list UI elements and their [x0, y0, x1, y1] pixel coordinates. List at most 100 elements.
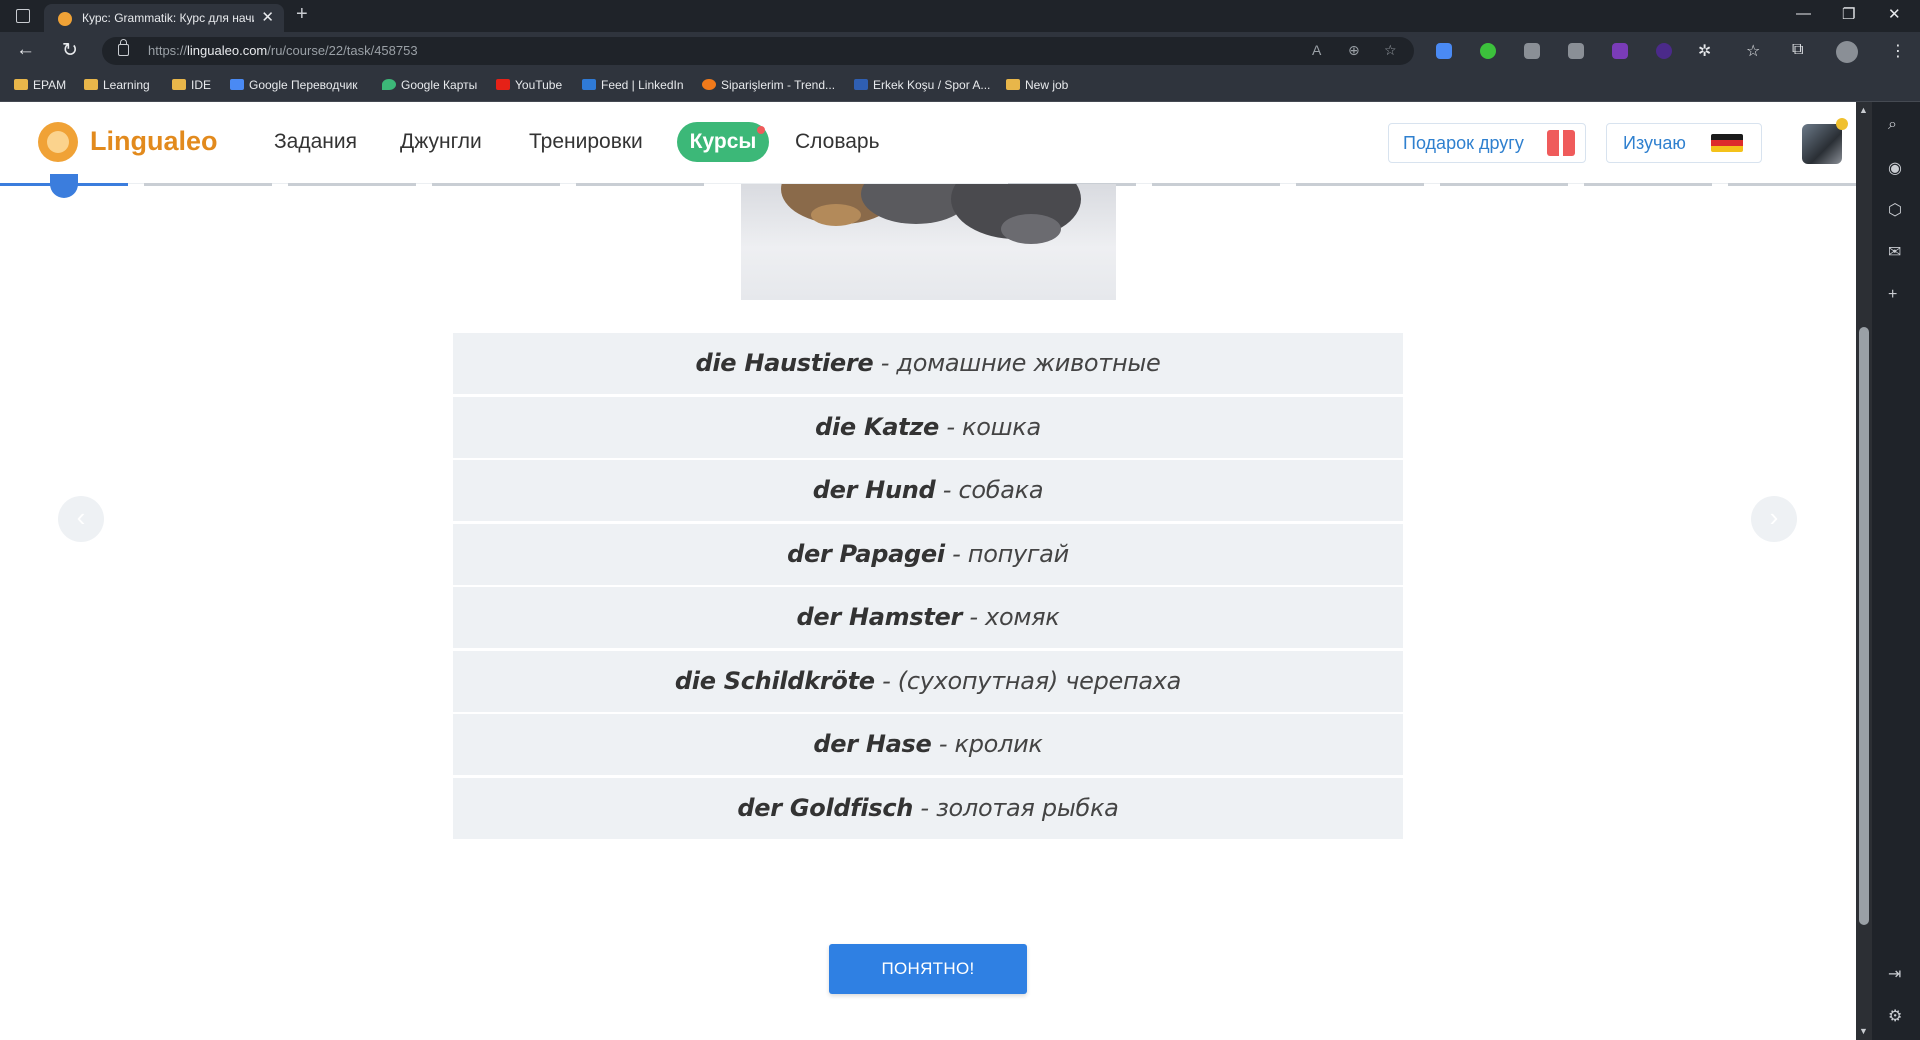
more-menu-icon[interactable]: ⋮	[1890, 41, 1906, 61]
zoom-icon[interactable]: ⊕	[1348, 42, 1360, 59]
vocab-row: der Hamster - хомяк	[453, 587, 1403, 648]
previous-slide-button[interactable]: ‹	[58, 496, 104, 542]
reload-icon[interactable]: ↻	[62, 39, 78, 62]
add-sidebar-app-icon[interactable]: +	[1888, 286, 1897, 304]
nav-dictionary[interactable]: Словарь	[795, 130, 880, 154]
translate-extension-icon[interactable]	[1436, 43, 1452, 59]
extensions-puzzle-icon[interactable]: ✲	[1698, 41, 1711, 61]
progress-segment[interactable]	[1296, 183, 1424, 186]
progress-segment[interactable]	[1440, 183, 1568, 186]
separator: -	[938, 412, 963, 441]
bookmark-item[interactable]: Erkek Koşu / Spor A...	[854, 78, 990, 92]
german-word: der Hund	[812, 476, 936, 504]
separator: -	[874, 666, 898, 695]
site-header: Lingualeo Задания Джунгли Тренировки Кур…	[0, 102, 1856, 184]
folder-icon	[1006, 79, 1020, 90]
back-icon[interactable]: ←	[16, 39, 35, 61]
vocab-row: die Katze - кошка	[453, 396, 1403, 458]
german-word: die Schildkröte	[674, 666, 875, 695]
collections-icon[interactable]: ⧉	[1792, 41, 1803, 59]
learning-language-button[interactable]: Изучаю	[1606, 123, 1762, 163]
progress-segment[interactable]	[288, 183, 416, 186]
progress-segment[interactable]	[1152, 183, 1280, 186]
nav-trainings[interactable]: Тренировки	[529, 130, 643, 154]
scrollbar-thumb[interactable]	[1859, 327, 1869, 925]
folder-icon	[172, 79, 186, 90]
page-scrollbar[interactable]: ▲ ▼	[1856, 102, 1872, 1040]
bookmark-item[interactable]: New job	[1006, 78, 1068, 92]
tab-title: Курс: Grammatik: Курс для начи	[82, 11, 254, 25]
russian-translation: собака	[958, 476, 1044, 504]
progress-segment[interactable]	[576, 183, 704, 186]
bookmark-item[interactable]: Google Переводчик	[230, 78, 358, 92]
vocab-row: der Hund - собака	[453, 460, 1403, 521]
understood-button[interactable]: ПОНЯТНО!	[829, 944, 1027, 994]
bookmark-item[interactable]: YouTube	[496, 78, 562, 92]
window-close-icon[interactable]: ✕	[1888, 5, 1901, 23]
progress-segment[interactable]	[144, 183, 272, 186]
german-word: der Papagei	[787, 539, 945, 568]
chevron-right-icon: ›	[1769, 502, 1779, 532]
bookmark-item[interactable]: Learning	[84, 78, 150, 92]
address-bar[interactable]: https://lingualeo.com/ru/course/22/task/…	[102, 37, 1414, 65]
favorites-icon[interactable]: ☆	[1746, 41, 1760, 61]
folder-icon	[84, 79, 98, 90]
bing-chat-icon[interactable]: ◉	[1888, 158, 1902, 178]
bookmark-item[interactable]: Google Карты	[382, 78, 477, 92]
german-word: der Goldfisch	[737, 793, 914, 822]
scroll-up-icon[interactable]: ▲	[1859, 105, 1868, 115]
new-tab-icon[interactable]: +	[296, 3, 308, 26]
progress-segment[interactable]	[432, 183, 560, 186]
restore-icon[interactable]: ❐	[1842, 5, 1855, 23]
bookmark-item[interactable]: EPAM	[14, 78, 66, 92]
lion-logo-icon[interactable]	[38, 122, 78, 162]
extension-icon[interactable]	[1524, 43, 1540, 59]
tab-close-icon[interactable]: ✕	[261, 8, 274, 26]
sidebar-settings-icon[interactable]: ⚙	[1888, 1006, 1902, 1026]
russian-translation: (сухопутная) черепаха	[897, 666, 1182, 695]
gift-friend-button[interactable]: Подарок другу	[1388, 123, 1586, 163]
separator: -	[944, 539, 968, 568]
sidebar-search-icon[interactable]: ⌕	[1888, 116, 1897, 134]
progress-segment[interactable]	[1584, 183, 1712, 186]
bookmark-item[interactable]: Feed | LinkedIn	[582, 78, 684, 92]
gift-icon	[1547, 130, 1575, 156]
russian-translation: кролик	[954, 730, 1043, 758]
nav-tasks[interactable]: Задания	[274, 130, 357, 154]
pets-photo	[741, 184, 1116, 300]
nav-courses[interactable]: Курсы	[677, 122, 769, 162]
progress-segment[interactable]	[1728, 183, 1856, 186]
next-slide-button[interactable]: ›	[1751, 496, 1797, 542]
user-avatar[interactable]	[1802, 124, 1842, 164]
profile-avatar-icon[interactable]	[1836, 41, 1858, 63]
games-icon[interactable]: ⬡	[1888, 200, 1902, 220]
lock-icon[interactable]	[118, 39, 129, 56]
logo-text[interactable]: Lingualeo	[90, 126, 218, 157]
browser-tab-active[interactable]: Курс: Grammatik: Курс для начи ✕	[44, 4, 284, 32]
minimize-icon[interactable]: —	[1796, 5, 1811, 22]
green-extension-icon[interactable]	[1480, 43, 1496, 59]
learning-language-label: Изучаю	[1623, 133, 1686, 153]
russian-translation: хомяк	[985, 603, 1060, 631]
tab-actions-icon[interactable]	[16, 9, 30, 23]
vocab-row: die Schildkröte - (сухопутная) черепаха	[453, 650, 1403, 712]
outlook-icon[interactable]: ✉	[1888, 242, 1901, 262]
extension-icon[interactable]	[1656, 43, 1672, 59]
vocab-row: der Goldfisch - золотая рыбка	[453, 777, 1403, 839]
premium-crown-icon	[1836, 118, 1848, 130]
russian-translation: попугай	[967, 539, 1069, 568]
bookmark-item[interactable]: Siparişlerim - Trend...	[702, 78, 835, 92]
extension-icon[interactable]	[1568, 43, 1584, 59]
bookmark-item[interactable]: IDE	[172, 78, 211, 92]
favorite-star-icon[interactable]: ☆	[1384, 42, 1397, 59]
russian-translation: домашние животные	[896, 349, 1161, 377]
edge-sidebar: ⌕ ◉ ⬡ ✉ + ⇥ ⚙	[1872, 102, 1920, 1040]
hide-sidebar-icon[interactable]: ⇥	[1888, 964, 1901, 984]
germany-flag-icon	[1711, 134, 1743, 152]
nav-jungle[interactable]: Джунгли	[400, 130, 482, 154]
trendyol-icon	[702, 79, 716, 90]
scroll-down-icon[interactable]: ▼	[1859, 1026, 1868, 1036]
url-text: https://lingualeo.com/ru/course/22/task/…	[148, 43, 418, 58]
read-aloud-icon[interactable]: A	[1312, 42, 1321, 58]
purple-extension-icon[interactable]	[1612, 43, 1628, 59]
